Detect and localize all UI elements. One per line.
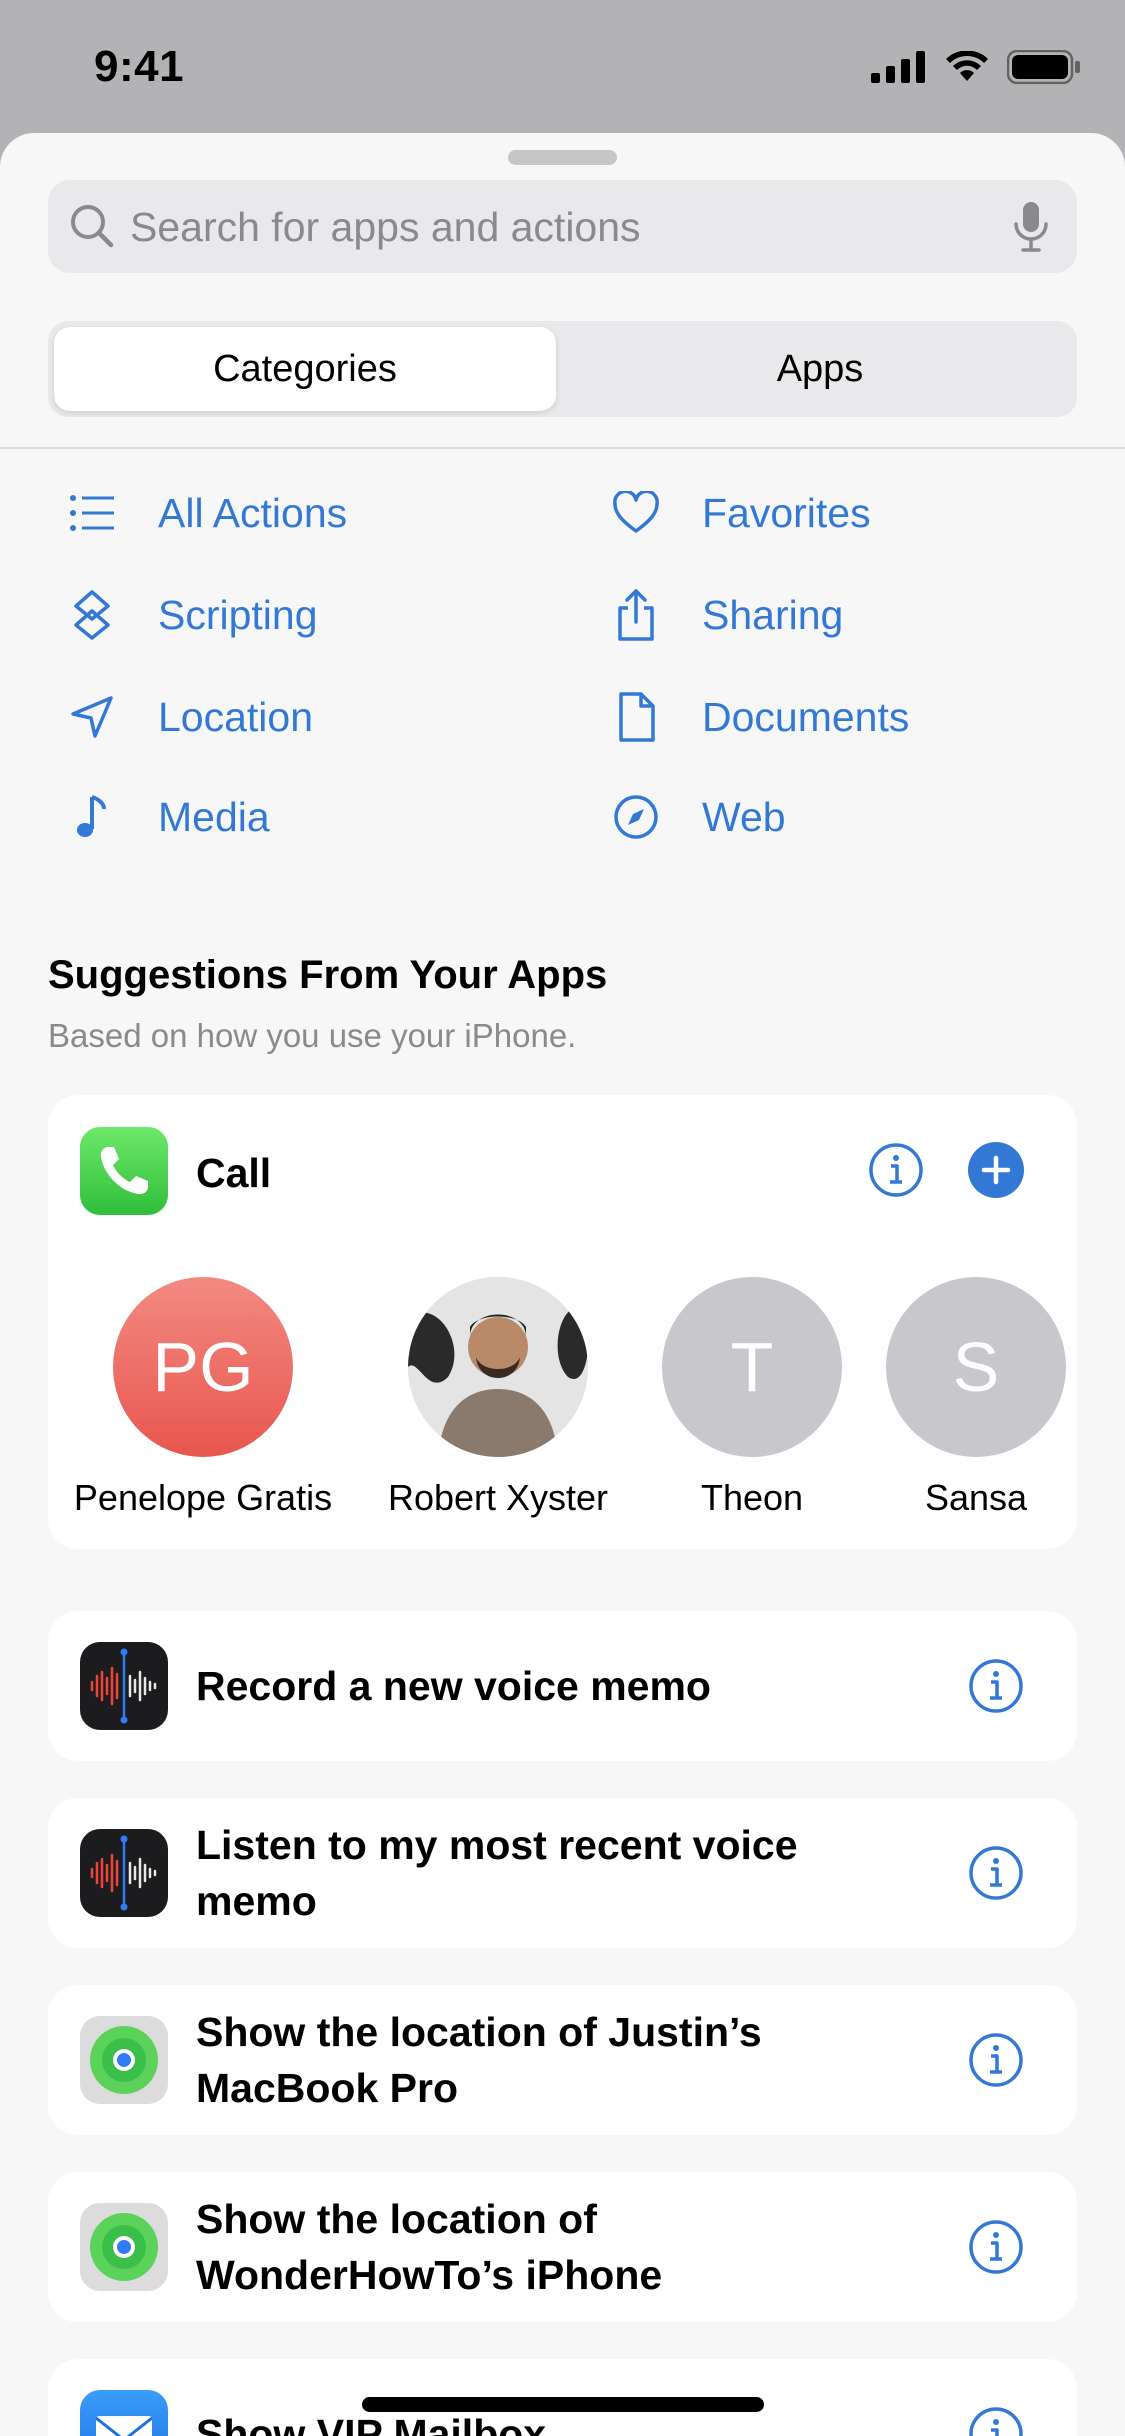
segmented-control: Categories Apps xyxy=(48,321,1077,417)
share-icon xyxy=(608,587,664,643)
contact-name: Robert Xyster xyxy=(387,1477,609,1518)
category-media[interactable]: Media xyxy=(64,782,270,852)
phone-app-icon xyxy=(80,1127,168,1215)
category-label: Sharing xyxy=(702,591,844,638)
search-bar[interactable]: Search for apps and actions xyxy=(48,180,1077,273)
suggestions-title: Suggestions From Your Apps xyxy=(48,953,608,997)
contact-sansa[interactable]: S Sansa xyxy=(846,1277,1106,1519)
action-label: Listen to my most recent voice memo xyxy=(196,1822,798,1924)
status-icons xyxy=(871,50,1081,84)
avatar-photo xyxy=(408,1277,588,1457)
document-icon xyxy=(608,689,664,745)
info-icon[interactable] xyxy=(968,1845,1024,1901)
heart-icon xyxy=(608,485,664,541)
sheet-grabber[interactable] xyxy=(508,150,617,165)
suggestions-subtitle: Based on how you use your iPhone. xyxy=(48,1017,577,1054)
category-label: Documents xyxy=(702,693,910,740)
call-suggestion-card: Call PG Penelope Gratis Robert Xyster T … xyxy=(48,1095,1077,1549)
info-icon[interactable] xyxy=(968,1658,1024,1714)
info-icon[interactable] xyxy=(968,2219,1024,2275)
mail-icon xyxy=(80,2390,168,2436)
music-note-icon xyxy=(64,789,120,845)
category-label: Location xyxy=(158,693,314,740)
divider xyxy=(0,447,1125,449)
contact-name: Penelope Gratis xyxy=(73,1477,333,1518)
category-label: All Actions xyxy=(158,489,348,536)
list-icon xyxy=(64,485,120,541)
status-time: 9:41 xyxy=(94,42,185,91)
info-icon[interactable] xyxy=(868,1142,924,1198)
category-web[interactable]: Web xyxy=(608,782,786,852)
wifi-icon xyxy=(946,51,988,81)
category-documents[interactable]: Documents xyxy=(608,682,909,752)
tab-categories[interactable]: Categories xyxy=(54,327,556,411)
action-listen-voice-memo[interactable]: Listen to my most recent voice memo xyxy=(48,1798,1077,1948)
compass-icon xyxy=(608,789,664,845)
call-action-label: Call xyxy=(196,1150,272,1196)
plus-icon xyxy=(981,1155,1011,1185)
action-label: Record a new voice memo xyxy=(196,1663,711,1709)
category-location[interactable]: Location xyxy=(64,682,313,752)
contact-penelope[interactable]: PG Penelope Gratis xyxy=(73,1277,333,1519)
home-indicator[interactable] xyxy=(362,2397,764,2412)
category-label: Media xyxy=(158,793,270,840)
location-arrow-icon xyxy=(64,689,120,745)
tab-apps[interactable]: Apps xyxy=(569,327,1071,411)
category-sharing[interactable]: Sharing xyxy=(608,580,843,650)
add-action-button[interactable] xyxy=(968,1142,1024,1198)
avatar: S xyxy=(886,1277,1066,1457)
microphone-icon[interactable] xyxy=(1013,200,1049,254)
info-icon[interactable] xyxy=(968,2032,1024,2088)
info-icon[interactable] xyxy=(968,2406,1024,2436)
voice-memos-icon xyxy=(80,1829,168,1917)
voice-memos-icon xyxy=(80,1642,168,1730)
action-label: Show the location of WonderHowTo’s iPhon… xyxy=(196,2196,663,2298)
contact-name: Sansa xyxy=(924,1477,1028,1518)
category-scripting[interactable]: Scripting xyxy=(64,580,318,650)
battery-icon xyxy=(1007,50,1080,84)
category-label: Web xyxy=(702,793,786,840)
cellular-signal-icon xyxy=(871,51,925,83)
category-all-actions[interactable]: All Actions xyxy=(64,478,347,548)
category-favorites[interactable]: Favorites xyxy=(608,478,871,548)
category-label: Favorites xyxy=(702,489,871,536)
find-my-icon xyxy=(80,2016,168,2104)
scripting-icon xyxy=(64,587,120,643)
find-my-icon xyxy=(80,2203,168,2291)
action-locate-macbook[interactable]: Show the location of Justin’s MacBook Pr… xyxy=(48,1985,1077,2135)
avatar: PG xyxy=(113,1277,293,1457)
action-locate-iphone[interactable]: Show the location of WonderHowTo’s iPhon… xyxy=(48,2172,1077,2322)
contact-robert[interactable]: Robert Xyster xyxy=(368,1277,628,1519)
contact-name: Theon xyxy=(700,1477,804,1518)
action-label: Show the location of Justin’s MacBook Pr… xyxy=(196,2009,762,2111)
category-label: Scripting xyxy=(158,591,318,638)
search-icon xyxy=(71,205,114,248)
actions-sheet: Search for apps and actions Categories A… xyxy=(0,133,1125,2436)
contact-theon[interactable]: T Theon xyxy=(622,1277,882,1519)
action-record-voice-memo[interactable]: Record a new voice memo xyxy=(48,1611,1077,1761)
avatar: T xyxy=(662,1277,842,1457)
status-bar: 9:41 xyxy=(0,0,1125,135)
search-input[interactable]: Search for apps and actions xyxy=(130,204,641,251)
